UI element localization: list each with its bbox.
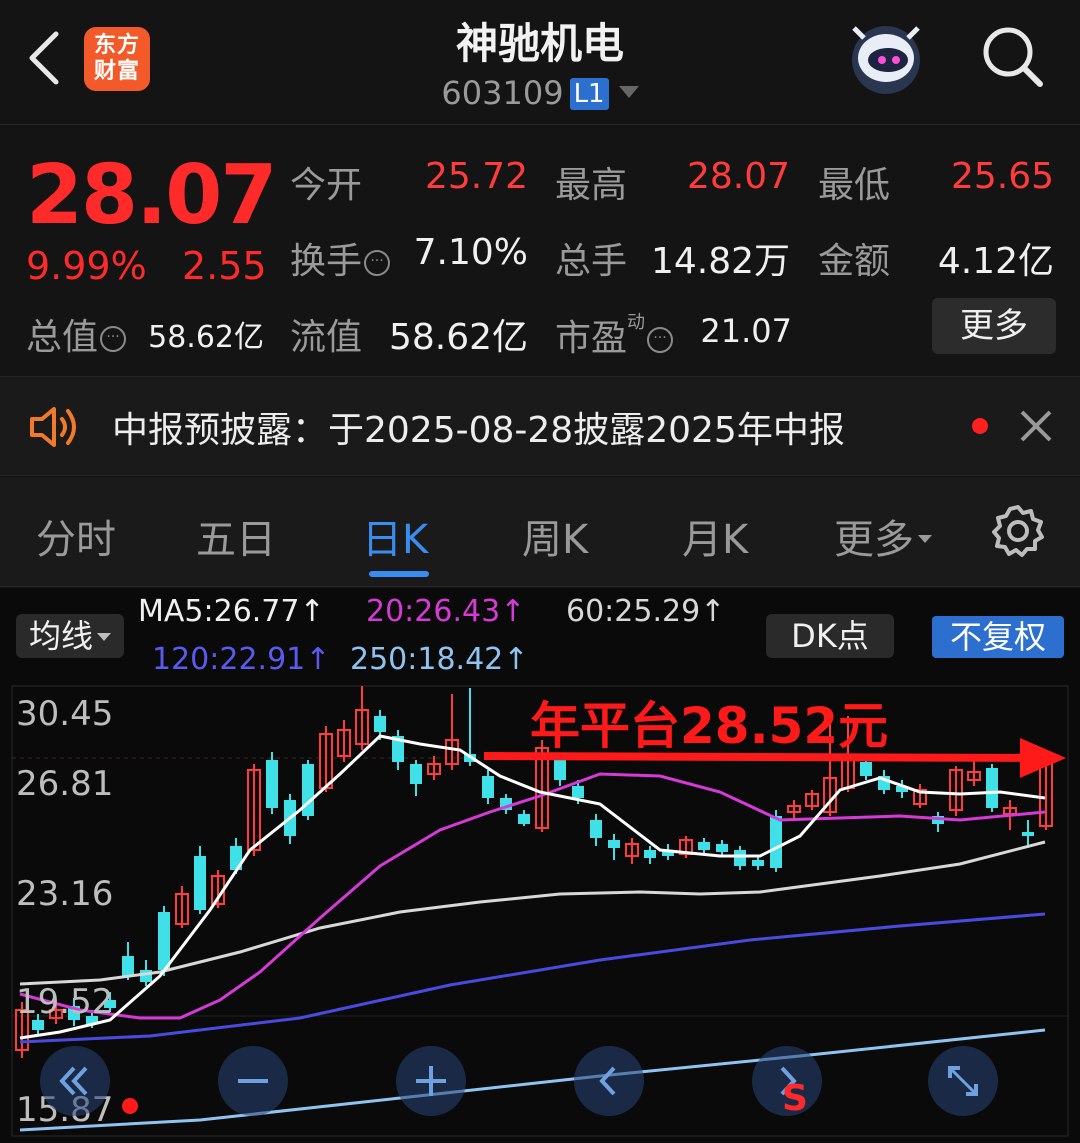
ma20-value: 20:26.43↑ [366,594,526,629]
level-badge: L1 [569,78,609,110]
turnover-value: 7.10% [413,232,528,273]
tab-five-day[interactable]: 五日 [196,507,276,565]
zoom-out-button[interactable] [218,1046,288,1116]
candle-body [698,842,710,850]
open-value: 25.72 [424,156,528,197]
candle-body [986,768,998,808]
y-tick-2: 26.81 [16,764,114,804]
candle-body [410,764,422,784]
ma60-value: 60:25.29↑ [566,594,726,629]
low-value: 25.65 [950,156,1054,197]
ma250-line [19,1028,1046,1132]
tab-weekly-k[interactable]: 周K [522,507,588,565]
tab-intraday[interactable]: 分时 [36,507,116,565]
change-percent: 9.99% [26,244,147,288]
candle-body [374,716,386,732]
scroll-left-fast-button[interactable] [40,1046,110,1116]
notice-text: 中报预披露：于2025-08-28披露2025年中报 [112,410,845,451]
candle-body [554,760,566,780]
candle-body [518,814,530,824]
expand-icon [948,1066,978,1096]
amount-value: 4.12亿 [937,241,1054,282]
ma250-value: 250:18.42↑ [350,642,529,677]
ma120-value: 120:22.91↑ [152,642,331,677]
platform-annotation: 年平台28.52元 [530,697,889,755]
unread-dot [972,418,988,434]
double-chevron-left-icon [59,1066,88,1096]
period-tabs: 分时 五日 日K 周K 月K 更多 [0,477,1080,587]
more-button[interactable]: 更多 [932,298,1056,354]
ma-selector[interactable]: 均线 [16,614,124,658]
candle-body [752,860,764,866]
turnover-label: 换手 ··· [290,232,391,284]
volume-label: 总手 [555,241,628,282]
stock-code: 603109 [441,74,564,112]
quote-panel: 28.07 9.99% 2.55 今开 25.72 最高 28.07 最低 25… [0,126,1080,376]
info-icon[interactable]: ··· [647,327,674,353]
candle-body [590,820,602,838]
pe-value: 21.07 [700,312,792,350]
info-icon[interactable]: ··· [364,250,391,276]
ma60-line [19,840,1046,986]
float-label: 流值 [290,317,363,358]
mascot-icon[interactable] [846,22,926,100]
candle-body [716,844,728,852]
sell-signal-marker: S [782,1078,808,1119]
mktcap-value: 58.62亿 [148,320,264,355]
float-value: 58.62亿 [388,317,528,358]
tab-monthly-k[interactable]: 月K [682,507,748,565]
chevron-down-icon [97,633,111,641]
candle-body [266,760,278,808]
candle-body [770,816,782,868]
speaker-icon [30,407,76,447]
candle-body [1022,832,1034,836]
mktcap-label: 总值 ··· [26,308,127,360]
close-icon[interactable] [1016,406,1056,446]
high-value: 28.07 [686,156,790,197]
tab-more[interactable]: 更多 [834,507,932,565]
candle-body [122,956,134,976]
dk-point-selector[interactable]: DK点 [766,614,894,658]
chevron-down-icon [618,86,639,98]
low-label: 最低 [818,165,891,206]
tab-daily-k[interactable]: 日K [362,507,428,565]
candle-body [608,840,620,848]
notice-bar[interactable]: 中报预披露：于2025-08-28披露2025年中报 [0,376,1080,476]
candle-body [734,850,746,866]
header: 东方 财富 神驰机电 603109 L1 [0,0,1080,125]
minus-icon [238,1079,268,1083]
candle-body [572,786,584,798]
amount-label: 金额 [818,241,891,282]
pe-label: 市盈动··· [555,308,674,361]
search-icon[interactable] [978,22,1048,92]
signal-dot [122,1098,138,1114]
candle-body [158,912,170,970]
change-amount: 2.55 [182,244,267,288]
candle-body [482,776,494,798]
arrow-head [1020,738,1066,778]
adjust-mode-button[interactable]: 不复权 [932,616,1064,658]
plus-icon [416,1066,446,1096]
y-tick-3: 23.16 [16,874,114,914]
info-icon[interactable]: ··· [100,326,127,352]
fullscreen-button[interactable] [928,1046,998,1116]
y-tick-1: 30.45 [16,694,114,734]
gear-icon[interactable] [990,503,1046,559]
last-price: 28.07 [26,148,277,243]
candle-body [860,762,872,776]
active-tab-indicator [369,571,429,577]
ma5-value: MA5:26.77↑ [138,594,325,629]
scroll-left-button[interactable] [574,1046,644,1116]
ma120-line [19,912,1046,1044]
candle-body [194,856,206,910]
high-label: 最高 [555,165,628,206]
open-label: 今开 [290,165,363,206]
chevron-down-icon [918,535,932,543]
ma5-line [19,734,1046,1040]
chevron-left-icon [599,1066,616,1096]
y-tick-4: 19.52 [16,982,114,1022]
candle-body [644,850,656,858]
volume-value: 14.82万 [650,241,790,282]
zoom-in-button[interactable] [396,1046,466,1116]
